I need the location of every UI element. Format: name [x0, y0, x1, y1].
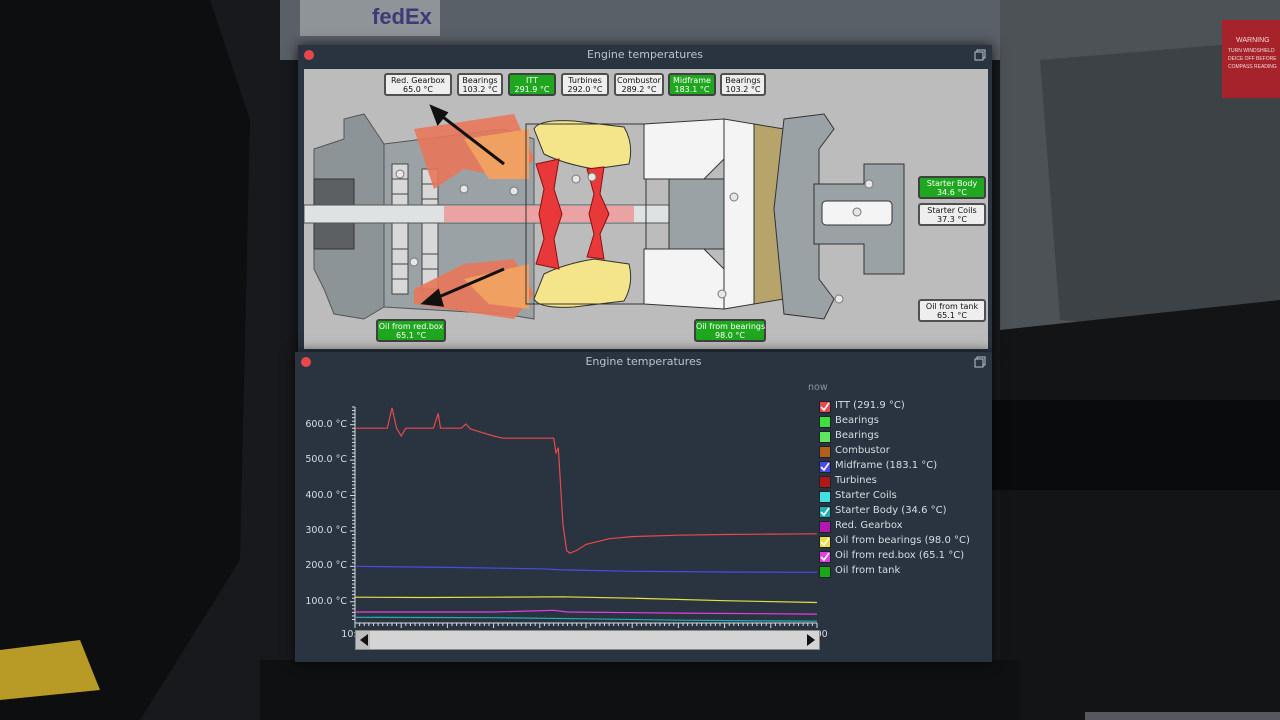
popout-icon[interactable] [974, 356, 986, 368]
series-line-3 [355, 609, 818, 615]
legend-label: Starter Body (34.6 °C) [835, 505, 947, 516]
tag-oil-from-tank: Oil from tank 65.1 °C [918, 299, 986, 322]
legend-checkbox[interactable] [819, 491, 831, 503]
tag-value: 103.2 °C [725, 85, 761, 94]
tag-oil-from-red-box: Oil from red.box 65.1 °C [376, 319, 446, 342]
legend-label: Oil from red.box (65.1 °C) [835, 550, 965, 561]
tag-value: 183.1 °C [674, 85, 710, 94]
tag-label: Combustor [617, 76, 661, 85]
time-scrollbar[interactable] [355, 630, 820, 650]
engine-diagram: Red. Gearbox 65.0 °C Bearings 103.2 °C ITT… [303, 69, 988, 349]
tag-label: Oil from tank [925, 302, 979, 311]
tag-starter-coils: Starter Coils 37.3 °C [918, 203, 986, 226]
warning-line-2: TURN WINDSHIELD [1228, 48, 1275, 54]
window-title: Engine temperatures [585, 355, 702, 368]
tag-value: 103.2 °C [462, 85, 498, 94]
tag-label: Bearings [462, 76, 498, 85]
legend-checkbox[interactable] [819, 536, 831, 548]
tag-oil-from-bearings: Oil from bearings 98.0 °C [694, 319, 766, 342]
warning-line-1: WARNING [1236, 37, 1270, 44]
legend-label: Bearings [835, 415, 879, 426]
legend-checkbox[interactable] [819, 551, 831, 563]
tag-value: 65.1 °C [396, 331, 426, 340]
legend-label: ITT (291.9 °C) [835, 400, 905, 411]
window-title: Engine temperatures [586, 48, 704, 61]
legend-checkbox[interactable] [819, 521, 831, 533]
check-icon [820, 552, 830, 562]
tag-value: 291.9 °C [514, 85, 550, 94]
legend-label: Midframe (183.1 °C) [835, 460, 938, 471]
sign-text: fedEx [372, 4, 433, 29]
tag-label: Starter Coils [927, 206, 977, 215]
y-tick-label: 300.0 °C [305, 524, 347, 536]
y-tick-label: 100.0 °C [305, 595, 347, 607]
tag-label: ITT [526, 76, 538, 85]
check-icon [820, 402, 830, 412]
engine-cutaway [303, 104, 905, 320]
legend-checkbox[interactable] [819, 416, 831, 428]
tag-label: Turbines [568, 76, 602, 85]
tag-label: Midframe [673, 76, 711, 85]
scroll-left-icon[interactable] [359, 634, 369, 646]
tag-label: Starter Body [926, 179, 978, 188]
chart-plot [350, 406, 818, 628]
tag-label: Bearings [725, 76, 761, 85]
tag-value: 65.0 °C [403, 85, 433, 94]
scrollbar-graphic [356, 631, 819, 649]
tag-turbines: Turbines 292.0 °C [561, 73, 609, 96]
y-tick-label: 500.0 °C [305, 454, 347, 466]
legend-label: Red. Gearbox [835, 520, 903, 531]
check-icon [820, 462, 830, 472]
legend-checkbox[interactable] [819, 401, 831, 413]
legend-label: Turbines [835, 475, 877, 486]
series-line-4 [354, 616, 818, 622]
tag-bearings-front: Bearings 103.2 °C [457, 73, 503, 96]
legend-checkbox[interactable] [819, 566, 831, 578]
legend-label: Bearings [835, 430, 879, 441]
tag-label: Red. Gearbox [390, 76, 446, 85]
legend-checkbox[interactable] [819, 461, 831, 473]
popout-icon[interactable] [974, 49, 986, 61]
legend-label: Oil from bearings (98.0 °C) [835, 535, 970, 546]
legend-checkbox[interactable] [819, 431, 831, 443]
tag-value: 98.0 °C [715, 331, 745, 340]
legend-checkbox[interactable] [819, 476, 831, 488]
warning-line-4: COMPASS READING [1228, 64, 1277, 70]
tag-label: Oil from red.box [378, 322, 444, 331]
y-tick-label: 400.0 °C [305, 489, 347, 501]
engine-diagram-window: Engine temperatures Red. Gearbox 65.0 °C… [298, 45, 992, 353]
legend-label: Oil from tank [835, 565, 901, 576]
legend-checkbox[interactable] [819, 506, 831, 518]
tag-itt: ITT 291.9 °C [508, 73, 556, 96]
tag-value: 65.1 °C [937, 311, 967, 320]
check-icon [820, 537, 830, 547]
series-line-2 [354, 596, 818, 604]
engine-chart-window: Engine temperatures now 100.0 °C 200.0 °C… [295, 352, 992, 662]
tag-value: 37.3 °C [937, 215, 967, 224]
tag-label: Oil from bearings [696, 322, 766, 331]
tag-value: 292.0 °C [567, 85, 603, 94]
tag-midframe: Midframe 183.1 °C [668, 73, 716, 96]
legend-label: Starter Coils [835, 490, 897, 501]
y-tick-label: 200.0 °C [305, 560, 347, 572]
warning-line-3: DEICE OFF BEFORE [1228, 56, 1277, 62]
scroll-right-icon[interactable] [806, 634, 816, 646]
tag-red-gearbox: Red. Gearbox 65.0 °C [384, 73, 452, 96]
tag-bearings-rear: Bearings 103.2 °C [720, 73, 766, 96]
tag-combustor: Combustor 289.2 °C [614, 73, 664, 96]
series-line-0 [355, 407, 818, 554]
temperature-chart: now 100.0 °C 200.0 °C 300.0 °C 400.0 °C 500.… [295, 372, 992, 662]
legend-checkbox[interactable] [819, 446, 831, 458]
tag-value: 289.2 °C [621, 85, 657, 94]
series-line-1 [354, 565, 818, 573]
legend-label: Combustor [835, 445, 890, 456]
tag-starter-body: Starter Body 34.6 °C [918, 176, 986, 199]
tag-value: 34.6 °C [937, 188, 967, 197]
y-tick-label: 600.0 °C [305, 418, 347, 430]
check-icon [820, 507, 830, 517]
